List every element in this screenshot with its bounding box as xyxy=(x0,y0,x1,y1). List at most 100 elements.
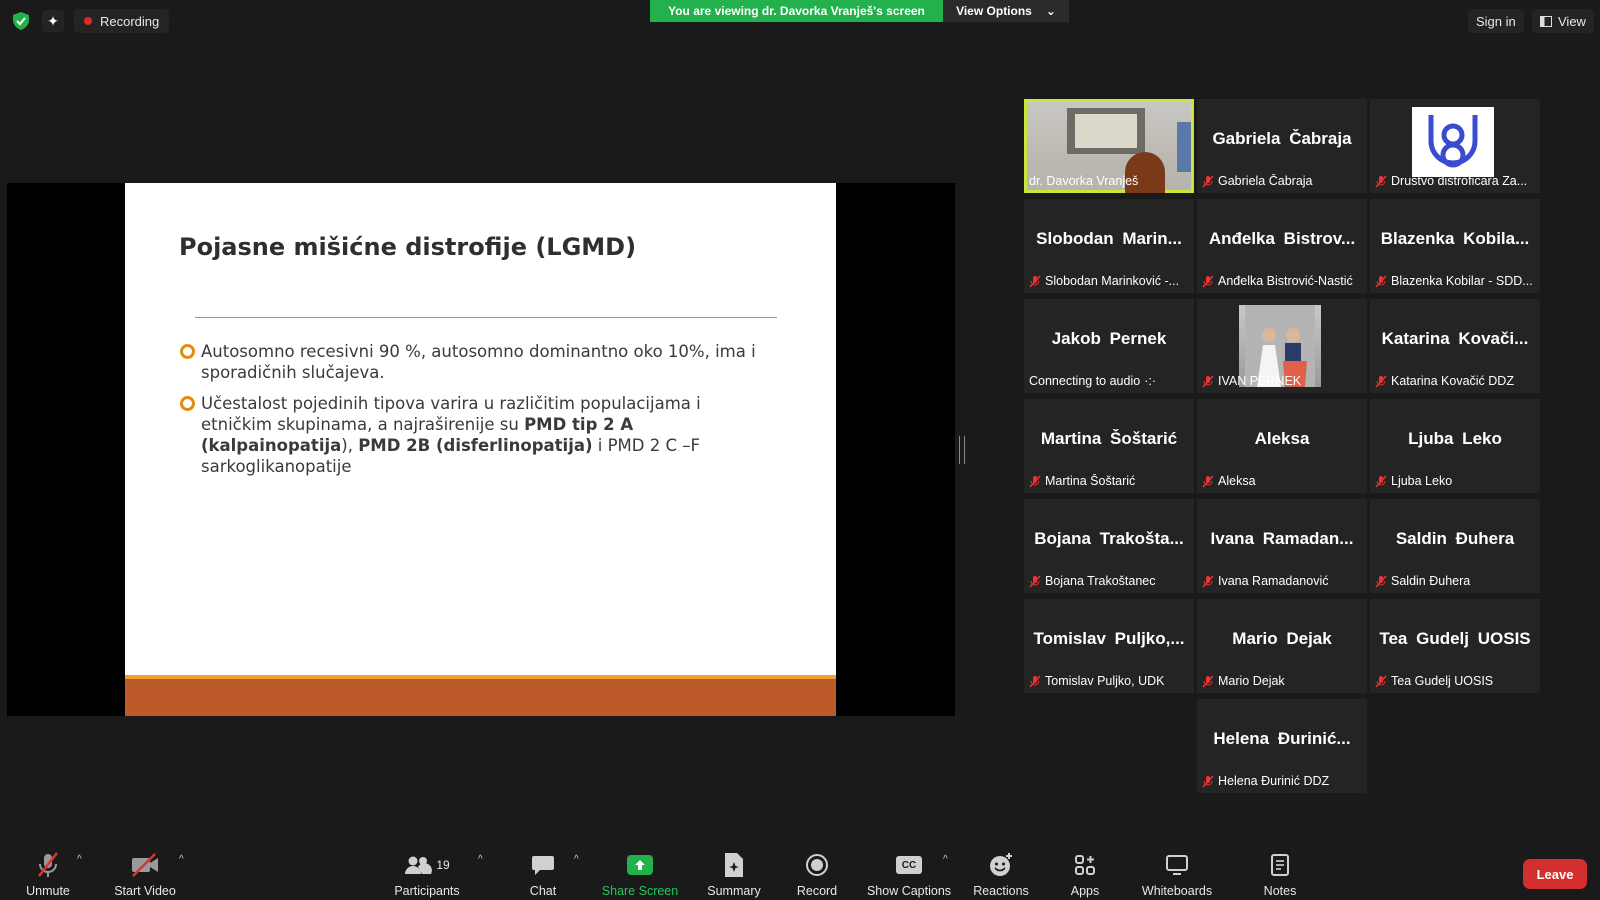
chat-bubble-icon xyxy=(532,856,554,875)
participant-display-name: Slobodan Marin... xyxy=(1036,229,1182,248)
participant-tile[interactable]: Martina Šoštarić Martina Šoštarić xyxy=(1024,399,1194,493)
participant-tile[interactable]: Blazenka Kobila... Blazenka Kobilar - SD… xyxy=(1370,199,1540,293)
splitter-handle[interactable] xyxy=(959,436,965,464)
recording-indicator[interactable]: Recording xyxy=(74,9,170,33)
participant-tile[interactable]: Bojana Trakošta... Bojana Trakoštanec xyxy=(1024,499,1194,593)
slide-bullets: Autosomno recesivni 90 %, autosomno domi… xyxy=(180,341,770,487)
participant-tile[interactable]: dr. Davorka Vranješ xyxy=(1024,99,1194,193)
muted-mic-icon xyxy=(1029,574,1041,588)
muted-mic-icon xyxy=(1375,474,1387,488)
share-screen-button[interactable]: Share Screen xyxy=(602,840,678,900)
notes-label: Notes xyxy=(1263,884,1297,898)
participant-name: Saldin Đuhera xyxy=(1375,574,1536,588)
captions-caret-icon[interactable]: ^ xyxy=(943,854,948,865)
video-options-caret-icon[interactable]: ^ xyxy=(179,854,184,865)
participant-tile[interactable]: Katarina Kovači... Katarina Kovačić DDZ xyxy=(1370,299,1540,393)
whiteboards-button[interactable]: Whiteboards xyxy=(1139,840,1215,900)
ai-companion-sparkle-icon[interactable]: ✦ xyxy=(42,10,64,32)
unmute-button[interactable]: Unmute xyxy=(22,840,74,900)
leave-button[interactable]: Leave xyxy=(1523,859,1587,889)
share-screen-arrow-icon xyxy=(627,855,653,875)
participant-name: Helena Đurinić DDZ xyxy=(1202,774,1363,788)
muted-mic-icon xyxy=(1202,574,1214,588)
participant-name: Connecting to audio ·:· xyxy=(1029,374,1157,388)
participant-name: IVAN PERNEK xyxy=(1202,374,1363,388)
participant-name: Blazenka Kobilar - SDD... xyxy=(1375,274,1536,288)
whiteboards-label: Whiteboards xyxy=(1141,884,1213,898)
participant-tile[interactable]: Drustvo distroficara Za... xyxy=(1370,99,1540,193)
participants-caret-icon[interactable]: ^ xyxy=(478,854,483,865)
participant-tile[interactable]: Gabriela Čabraja Gabriela Čabraja xyxy=(1197,99,1367,193)
participant-display-name: Bojana Trakošta... xyxy=(1034,529,1184,548)
view-options-button[interactable]: View Options ⌄ xyxy=(943,0,1069,22)
audio-options-caret-icon[interactable]: ^ xyxy=(77,854,82,865)
participant-tile[interactable]: Tea Gudelj UOSIS Tea Gudelj UOSIS xyxy=(1370,599,1540,693)
participants-label: Participants xyxy=(394,884,460,898)
apps-button[interactable]: Apps xyxy=(1067,840,1103,900)
participant-display-name: Blazenka Kobila... xyxy=(1380,229,1530,248)
summary-button[interactable]: Summary xyxy=(705,840,763,900)
muted-mic-icon xyxy=(1029,674,1041,688)
participant-name: Anđelka Bistrović-Nastić xyxy=(1202,274,1363,288)
show-captions-label: Show Captions xyxy=(866,884,952,898)
bullet-text: Autosomno recesivni 90 %, autosomno domi… xyxy=(201,342,756,382)
muted-mic-icon xyxy=(1202,274,1214,288)
muted-mic-icon xyxy=(1029,474,1041,488)
chat-label: Chat xyxy=(529,884,557,898)
summary-document-icon xyxy=(725,853,743,877)
participants-button[interactable]: 19 Participants xyxy=(392,840,462,900)
participant-name: Ivana Ramadanović xyxy=(1202,574,1363,588)
muted-mic-icon xyxy=(1202,774,1214,788)
slide-bullet: Autosomno recesivni 90 %, autosomno domi… xyxy=(180,341,770,383)
participant-tile[interactable]: Jakob Pernek Connecting to audio ·:· xyxy=(1024,299,1194,393)
chat-caret-icon[interactable]: ^ xyxy=(574,854,579,865)
participant-tile[interactable]: Helena Đurinić... Helena Đurinić DDZ xyxy=(1197,699,1367,793)
notes-button[interactable]: Notes xyxy=(1260,840,1300,900)
participant-tile[interactable]: Saldin Đuhera Saldin Đuhera xyxy=(1370,499,1540,593)
participant-name: Tomislav Puljko, UDK xyxy=(1029,674,1190,688)
participant-name: Tea Gudelj UOSIS xyxy=(1375,674,1536,688)
slide-footer-band xyxy=(125,679,836,716)
participant-name: Mario Dejak xyxy=(1202,674,1363,688)
bullet-circle-icon xyxy=(180,396,195,411)
participant-display-name: Mario Dejak xyxy=(1232,629,1332,648)
muted-mic-icon xyxy=(1375,574,1387,588)
participant-tile[interactable]: Anđelka Bistrov... Anđelka Bistrović-Nas… xyxy=(1197,199,1367,293)
participant-tile[interactable]: Slobodan Marin... Slobodan Marinković -.… xyxy=(1024,199,1194,293)
participant-display-name: Katarina Kovači... xyxy=(1381,329,1529,348)
summary-label: Summary xyxy=(707,884,761,898)
meeting-toolbar: Unmute ^ Start Video ^ 19 Participants ^… xyxy=(0,840,1600,900)
bullet-text: Učestalost pojedinih tipova varira u raz… xyxy=(201,394,701,476)
view-label: View xyxy=(1558,13,1586,29)
participant-tile[interactable]: Ivana Ramadan... Ivana Ramadanović xyxy=(1197,499,1367,593)
bullet-circle-icon xyxy=(180,344,195,359)
chat-button[interactable]: Chat xyxy=(523,840,563,900)
participant-display-name: Tea Gudelj UOSIS xyxy=(1379,629,1531,648)
share-screen-label: Share Screen xyxy=(601,884,679,898)
participant-tile[interactable]: Tomislav Puljko,... Tomislav Puljko, UDK xyxy=(1024,599,1194,693)
muted-mic-icon xyxy=(1375,174,1387,188)
participants-count: 19 xyxy=(436,858,450,872)
participant-display-name: Aleksa xyxy=(1254,429,1310,448)
sign-in-button[interactable]: Sign in xyxy=(1468,9,1524,33)
closed-captions-icon: CC xyxy=(896,856,922,874)
view-options-label: View Options xyxy=(956,4,1032,18)
participant-name: Aleksa xyxy=(1202,474,1363,488)
start-video-label: Start Video xyxy=(114,884,176,898)
chevron-down-icon: ⌄ xyxy=(1045,4,1056,18)
participant-tile[interactable]: Ljuba Leko Ljuba Leko xyxy=(1370,399,1540,493)
security-shield-icon[interactable] xyxy=(10,10,32,32)
muted-mic-icon xyxy=(1029,274,1041,288)
start-video-button[interactable]: Start Video xyxy=(110,840,180,900)
participant-display-name: Helena Đurinić... xyxy=(1213,729,1351,748)
unmute-label: Unmute xyxy=(26,884,70,898)
participant-display-name: Ljuba Leko xyxy=(1408,429,1502,448)
record-button[interactable]: Record xyxy=(795,840,839,900)
participant-tile[interactable]: Mario Dejak Mario Dejak xyxy=(1197,599,1367,693)
reactions-button[interactable]: Reactions xyxy=(972,840,1030,900)
participant-tile[interactable]: IVAN PERNEK xyxy=(1197,299,1367,393)
view-button[interactable]: View xyxy=(1532,9,1594,33)
show-captions-button[interactable]: CC Show Captions xyxy=(866,840,952,900)
participant-tile[interactable]: Aleksa Aleksa xyxy=(1197,399,1367,493)
whiteboard-icon xyxy=(1166,855,1188,875)
